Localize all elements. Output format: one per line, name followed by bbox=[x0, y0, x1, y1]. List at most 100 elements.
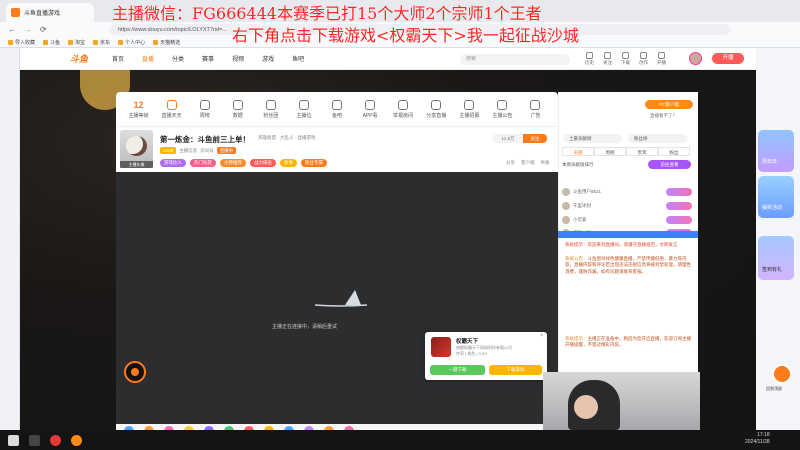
game-download-button[interactable]: 下载游戏 bbox=[489, 365, 542, 375]
follower-count: 11.9万 bbox=[493, 134, 523, 143]
toolbar-item[interactable]: 分享直播 bbox=[420, 99, 453, 119]
tab-weekly[interactable]: 周榜 bbox=[594, 147, 626, 156]
list-item[interactable]: 小可爱 bbox=[562, 213, 692, 226]
toolbar-item[interactable]: 举报房间 bbox=[387, 99, 420, 119]
room-tag[interactable]: 新秀 bbox=[280, 159, 297, 167]
avatar bbox=[562, 201, 570, 210]
room-category[interactable]: 英雄联盟 · 大乱斗 · 直播游戏 bbox=[258, 135, 316, 141]
list-item[interactable]: 斗鱼用户8521 bbox=[562, 185, 692, 198]
download-icon[interactable]: 下载 bbox=[621, 52, 630, 66]
list-item[interactable]: 千里冰封 bbox=[562, 199, 692, 212]
broadcast-icon[interactable]: 开播 bbox=[657, 52, 666, 66]
fan-badge bbox=[666, 215, 692, 224]
pc-client-button[interactable]: PC客户端 bbox=[645, 100, 693, 109]
toolbar-item[interactable]: 主播位 bbox=[287, 99, 320, 119]
back-icon[interactable]: ← bbox=[8, 25, 16, 34]
rank-button[interactable]: 粉丝榜 bbox=[628, 134, 687, 143]
webcam-overlay bbox=[543, 372, 700, 430]
room-toolbar: 12 主播等级 直播天天 周榜 数据 粉丝团 主播位 鱼吧 APP看 举报房间 分… bbox=[116, 92, 558, 126]
toolbar-item[interactable]: 数据 bbox=[221, 99, 254, 119]
forward-icon[interactable]: → bbox=[24, 25, 32, 34]
site-logo[interactable]: 斗鱼 bbox=[70, 52, 88, 65]
follow-icon[interactable]: 关注 bbox=[603, 52, 612, 66]
toolbar-item-level[interactable]: 12 主播等级 bbox=[122, 100, 155, 119]
close-icon[interactable]: × bbox=[540, 333, 544, 339]
chat-message: 系统公告：斗鱼倡导绿色健康直播，严禁传播低俗、暴力等内容，直播内容和评论若出现违… bbox=[565, 256, 691, 274]
side-tabs: 贡献 周榜 贵宾 粉丝 bbox=[562, 147, 690, 156]
nav-video[interactable]: 视频 bbox=[232, 54, 244, 63]
nav-home[interactable]: 首页 bbox=[112, 54, 124, 63]
room-tag[interactable]: 热门标签 bbox=[190, 159, 216, 167]
float-action-button[interactable] bbox=[772, 364, 792, 384]
client-button[interactable]: 客户端 bbox=[521, 160, 535, 166]
live-icon bbox=[166, 99, 177, 110]
yuba-icon bbox=[332, 99, 342, 110]
history-icon[interactable]: 历史 bbox=[585, 52, 594, 66]
bookmark-icon bbox=[68, 39, 74, 45]
start-icon[interactable] bbox=[8, 434, 19, 446]
game-quick-download-button[interactable]: 一键下载 bbox=[430, 365, 485, 375]
ad-banner[interactable]: 签到有礼 bbox=[758, 236, 794, 280]
rank-note: 本周贡献值排行 bbox=[562, 162, 594, 167]
open-broadcast-button[interactable]: 开播 bbox=[712, 53, 744, 64]
bookmark-item[interactable]: 京东 bbox=[93, 39, 110, 46]
toolbar-item[interactable]: 直播天天 bbox=[155, 99, 188, 119]
follow-button[interactable]: 关注 bbox=[523, 134, 547, 143]
nav-category[interactable]: 分类 bbox=[172, 54, 184, 63]
room-tag[interactable]: 粉丝专属 bbox=[301, 159, 327, 167]
browser-app-icon[interactable] bbox=[50, 434, 61, 446]
bookmark-item[interactable]: 导入收藏 bbox=[8, 39, 35, 46]
tab-contribution[interactable]: 贡献 bbox=[562, 147, 594, 156]
firefox-icon[interactable] bbox=[71, 434, 82, 446]
tab-vip[interactable]: 贵宾 bbox=[626, 147, 658, 156]
room-tag[interactable]: 游戏达人 bbox=[160, 159, 186, 167]
toolbar-item[interactable]: 主播公告 bbox=[486, 99, 519, 119]
room-meta-row: LV38 主播信息 房间号 直播中 bbox=[160, 147, 237, 154]
toolbar-item[interactable]: 周榜 bbox=[188, 99, 221, 119]
side-panel-top bbox=[558, 92, 698, 126]
bookmark-item[interactable]: 个人中心 bbox=[118, 39, 145, 46]
browser-side-strip bbox=[0, 48, 20, 430]
streamer-avatar[interactable]: 主播头像 bbox=[120, 130, 153, 168]
pc-client-subtitle[interactable]: 直播看不了？ bbox=[650, 113, 677, 119]
loading-fish-icon bbox=[315, 287, 367, 309]
toolbar-item[interactable]: APP看 bbox=[354, 99, 387, 119]
rank-badge-button[interactable]: 前往查看 bbox=[648, 160, 691, 169]
rank-button[interactable]: 土豪贡献榜 bbox=[563, 134, 622, 143]
create-icon[interactable]: 创作 bbox=[639, 52, 648, 66]
browser-tab[interactable]: 斗鱼直播游戏 bbox=[6, 3, 94, 22]
nav-events[interactable]: 赛事 bbox=[202, 54, 214, 63]
room-tag[interactable]: 战力排名 bbox=[250, 159, 276, 167]
bookmark-item[interactable]: 天猫精选 bbox=[153, 39, 180, 46]
toolbar-item[interactable]: 主播招募 bbox=[453, 99, 486, 119]
room-number: 房间号 bbox=[200, 147, 214, 153]
user-avatar[interactable] bbox=[689, 52, 702, 65]
bookmark-item[interactable]: 淘宝 bbox=[68, 39, 85, 46]
share-button[interactable]: 分享 bbox=[506, 160, 515, 166]
avatar bbox=[562, 215, 570, 224]
search-icon[interactable] bbox=[29, 434, 40, 446]
toolbar-item[interactable]: 广告 bbox=[519, 99, 552, 119]
tab-fans[interactable]: 粉丝 bbox=[658, 147, 690, 156]
ad-banner[interactable]: 抽奖活动 bbox=[758, 176, 794, 218]
bookmark-item[interactable]: 斗鱼 bbox=[43, 39, 60, 46]
ad-icon bbox=[530, 99, 541, 110]
dog-avatar-image bbox=[126, 136, 147, 156]
nav-live[interactable]: 直播 bbox=[142, 54, 154, 63]
toolbar-item[interactable]: 鱼吧 bbox=[320, 99, 353, 119]
chat-notice: 系统提示：欢迎来到直播间，请遵守直播规范，文明发言 bbox=[565, 242, 678, 247]
nav-yuba[interactable]: 鱼吧 bbox=[292, 54, 304, 63]
room-title: 第一炼金：斗鱼前三上单！ bbox=[160, 135, 250, 144]
fans-icon bbox=[265, 99, 276, 110]
ad-banner[interactable]: 周年庆 bbox=[758, 130, 794, 172]
nav-games[interactable]: 游戏 bbox=[262, 54, 274, 63]
refresh-icon[interactable]: ⟳ bbox=[40, 25, 47, 34]
room-tag[interactable]: 大神推荐 bbox=[220, 159, 246, 167]
search-input[interactable]: 搜索 bbox=[460, 54, 570, 65]
report-button[interactable]: 举报 bbox=[541, 160, 550, 166]
room-info-text: 主播信息 bbox=[179, 147, 198, 153]
fan-badge bbox=[666, 201, 692, 210]
toolbar-item[interactable]: 粉丝团 bbox=[254, 99, 287, 119]
webcam-face bbox=[574, 395, 598, 419]
fishball-icon[interactable] bbox=[124, 361, 146, 383]
